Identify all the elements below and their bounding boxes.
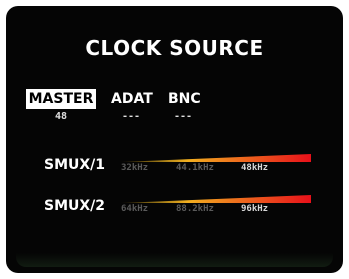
smux2-rate-96[interactable]: 96kHz bbox=[241, 202, 268, 216]
clock-source-screen: CLOCK SOURCE MASTER 48 ADAT --- BNC --- … bbox=[6, 6, 343, 273]
smux-rate-bar-1 bbox=[121, 154, 311, 162]
source-label-bnc: BNC bbox=[168, 91, 201, 107]
page-title: CLOCK SOURCE bbox=[85, 36, 264, 60]
source-option-master[interactable]: MASTER 48 bbox=[26, 89, 96, 125]
smux1-rate-48[interactable]: 48kHz bbox=[241, 161, 268, 175]
smux2-rate-88[interactable]: 88.2kHz bbox=[176, 202, 214, 216]
smux-row-2[interactable]: SMUX/2 64kHz 88.2kHz 96kHz bbox=[44, 195, 314, 219]
smux-rate-bar-2 bbox=[121, 195, 311, 203]
source-label-adat: ADAT bbox=[111, 91, 153, 107]
smux1-rate-32[interactable]: 32kHz bbox=[121, 161, 148, 175]
source-value-bnc: --- bbox=[173, 111, 193, 122]
smux-row-1[interactable]: SMUX/1 32kHz 44.1kHz 48kHz bbox=[44, 154, 314, 178]
source-value-adat: --- bbox=[121, 111, 141, 122]
source-option-adat[interactable]: ADAT --- bbox=[109, 89, 153, 125]
smux2-rate-64[interactable]: 64kHz bbox=[121, 202, 148, 216]
smux-label-1: SMUX/1 bbox=[44, 157, 106, 173]
source-value-master: 48 bbox=[54, 111, 68, 122]
display-frame: CLOCK SOURCE MASTER 48 ADAT --- BNC --- … bbox=[4, 4, 345, 275]
source-option-bnc[interactable]: BNC --- bbox=[166, 89, 201, 125]
smux1-rate-44[interactable]: 44.1kHz bbox=[176, 161, 214, 175]
source-label-master: MASTER bbox=[26, 89, 96, 109]
smux-label-2: SMUX/2 bbox=[44, 198, 106, 214]
